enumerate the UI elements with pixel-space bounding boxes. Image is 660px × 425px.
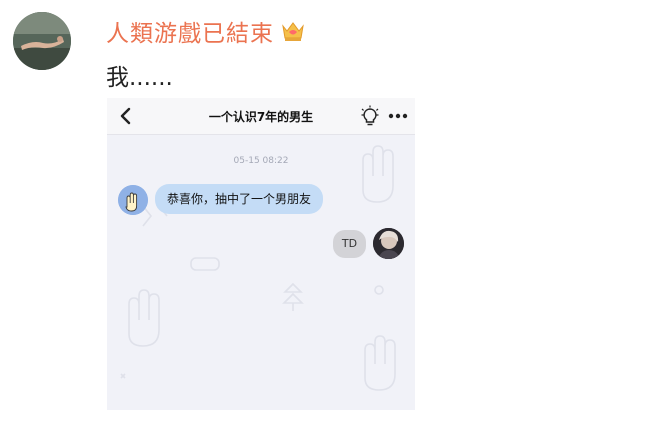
incoming-message-bubble[interactable]: 恭喜你，抽中了一个男朋友 xyxy=(155,184,324,214)
outgoing-message-bubble[interactable]: TD xyxy=(333,230,366,258)
crown-badge-icon[interactable] xyxy=(280,18,306,44)
more-options-icon[interactable] xyxy=(387,109,409,123)
chat-header: 一个认识7年的男生 xyxy=(107,98,415,135)
embedded-chat-screenshot[interactable]: 一个认识7年的男生 05-15 08:22 恭喜你，抽中了一个男朋友 TD xyxy=(107,98,415,410)
user-avatar[interactable] xyxy=(13,12,71,70)
message-timestamp: 05-15 08:22 xyxy=(233,156,289,166)
background-pattern xyxy=(120,145,396,391)
my-avatar[interactable] xyxy=(373,228,404,259)
lightbulb-icon[interactable] xyxy=(361,105,379,127)
username-text[interactable]: 人類游戲已結束 xyxy=(106,14,274,48)
username-link[interactable]: 人類游戲已結束 xyxy=(106,14,306,48)
post-text: 我...... xyxy=(106,65,173,91)
bot-avatar[interactable] xyxy=(118,185,148,215)
